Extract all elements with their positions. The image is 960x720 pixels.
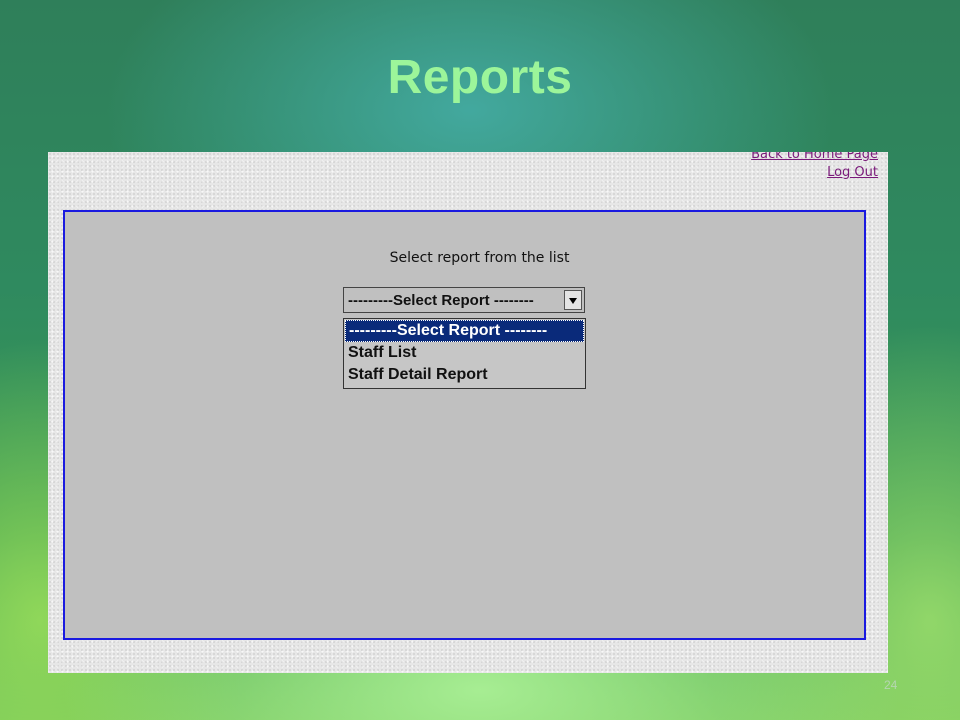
app-screenshot: Back to Home Page Log Out Select report …: [48, 152, 888, 673]
report-panel: Select report from the list ---------Sel…: [63, 210, 866, 640]
chevron-down-icon[interactable]: [564, 290, 582, 310]
report-dropdown-list: ---------Select Report -------- Staff Li…: [343, 318, 586, 389]
back-to-home-link[interactable]: Back to Home Page: [751, 152, 878, 164]
report-option-select[interactable]: ---------Select Report --------: [345, 320, 584, 342]
report-option-staff-list[interactable]: Staff List: [344, 342, 585, 364]
report-select-value: ---------Select Report --------: [348, 292, 534, 309]
report-option-staff-detail[interactable]: Staff Detail Report: [344, 364, 585, 386]
slide-title: Reports: [387, 51, 573, 104]
report-prompt: Select report from the list: [389, 250, 570, 266]
header-links: Back to Home Page Log Out: [751, 152, 878, 182]
page-number: 24: [884, 678, 898, 692]
logout-link[interactable]: Log Out: [751, 164, 878, 182]
report-select[interactable]: ---------Select Report --------: [343, 287, 585, 313]
